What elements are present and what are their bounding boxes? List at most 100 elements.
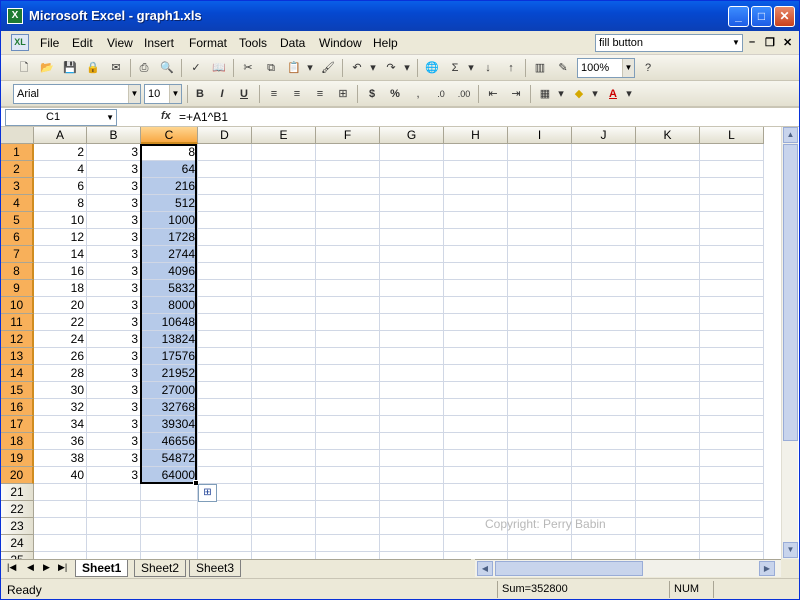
cell[interactable] bbox=[252, 552, 316, 559]
cell[interactable] bbox=[380, 280, 444, 297]
cell[interactable]: 64000 bbox=[141, 467, 198, 484]
cell[interactable] bbox=[508, 314, 572, 331]
cell[interactable]: 16 bbox=[34, 263, 87, 280]
scroll-down-arrow[interactable]: ▼ bbox=[783, 542, 798, 558]
new-icon[interactable]: 🗋 bbox=[15, 59, 33, 77]
cell[interactable] bbox=[380, 229, 444, 246]
cell[interactable]: 3 bbox=[87, 365, 141, 382]
cell[interactable] bbox=[636, 161, 700, 178]
cell[interactable] bbox=[316, 518, 380, 535]
cell[interactable]: 3 bbox=[87, 331, 141, 348]
cell[interactable] bbox=[700, 382, 764, 399]
zoom-select[interactable]: 100% ▼ bbox=[577, 58, 635, 78]
cell[interactable]: 3 bbox=[87, 382, 141, 399]
undo-icon[interactable]: ↶ bbox=[348, 59, 366, 77]
cell[interactable] bbox=[636, 382, 700, 399]
cell[interactable] bbox=[700, 552, 764, 559]
comma-style-icon[interactable]: , bbox=[409, 85, 427, 103]
column-header[interactable]: K bbox=[636, 127, 700, 144]
cell[interactable]: 4096 bbox=[141, 263, 198, 280]
row-header[interactable]: 21 bbox=[1, 484, 34, 501]
cell[interactable] bbox=[700, 484, 764, 501]
cell[interactable] bbox=[198, 348, 252, 365]
cell[interactable] bbox=[636, 178, 700, 195]
cell[interactable] bbox=[572, 399, 636, 416]
cell[interactable] bbox=[316, 467, 380, 484]
cell[interactable]: 1000 bbox=[141, 212, 198, 229]
cell[interactable] bbox=[252, 263, 316, 280]
cell[interactable] bbox=[572, 314, 636, 331]
cell[interactable] bbox=[572, 450, 636, 467]
cell[interactable] bbox=[572, 501, 636, 518]
cell[interactable] bbox=[700, 348, 764, 365]
cell[interactable]: 3 bbox=[87, 297, 141, 314]
cell[interactable] bbox=[252, 518, 316, 535]
cell[interactable] bbox=[316, 348, 380, 365]
cell[interactable] bbox=[508, 501, 572, 518]
cell[interactable] bbox=[316, 280, 380, 297]
cell[interactable]: 3 bbox=[87, 450, 141, 467]
cell[interactable] bbox=[636, 450, 700, 467]
print-icon[interactable]: ⎙ bbox=[135, 59, 153, 77]
chevron-down-icon[interactable]: ▾ bbox=[556, 85, 566, 103]
cell[interactable] bbox=[34, 501, 87, 518]
column-header[interactable]: D bbox=[198, 127, 252, 144]
row-header[interactable]: 20 bbox=[1, 467, 34, 484]
cell[interactable] bbox=[198, 314, 252, 331]
cell[interactable] bbox=[572, 552, 636, 559]
cell[interactable] bbox=[700, 144, 764, 161]
cell[interactable] bbox=[508, 467, 572, 484]
italic-icon[interactable]: I bbox=[213, 85, 231, 103]
cell[interactable] bbox=[252, 416, 316, 433]
chevron-down-icon[interactable]: ▾ bbox=[368, 59, 378, 77]
cell[interactable] bbox=[198, 331, 252, 348]
cell[interactable] bbox=[380, 161, 444, 178]
cell[interactable] bbox=[444, 365, 508, 382]
cell[interactable]: 512 bbox=[141, 195, 198, 212]
cell[interactable]: 26 bbox=[34, 348, 87, 365]
cell[interactable] bbox=[380, 331, 444, 348]
row-header[interactable]: 18 bbox=[1, 433, 34, 450]
cell[interactable]: 64 bbox=[141, 161, 198, 178]
cell[interactable] bbox=[198, 416, 252, 433]
cell[interactable] bbox=[636, 144, 700, 161]
cell[interactable] bbox=[508, 280, 572, 297]
menu-tools[interactable]: Tools bbox=[239, 36, 267, 50]
cell[interactable] bbox=[444, 501, 508, 518]
sheet-tab-3[interactable]: Sheet3 bbox=[189, 560, 242, 577]
chevron-down-icon[interactable]: ▼ bbox=[128, 85, 140, 103]
cell[interactable] bbox=[508, 161, 572, 178]
cell[interactable] bbox=[636, 484, 700, 501]
cell[interactable] bbox=[252, 280, 316, 297]
cell[interactable]: 3 bbox=[87, 178, 141, 195]
name-box[interactable]: C1 ▼ bbox=[5, 109, 117, 126]
format-painter-icon[interactable]: 🖌 bbox=[319, 59, 337, 77]
cell[interactable] bbox=[316, 144, 380, 161]
cell[interactable] bbox=[572, 161, 636, 178]
workbook-close-icon[interactable]: ✕ bbox=[783, 36, 792, 49]
cell[interactable] bbox=[380, 552, 444, 559]
cell[interactable] bbox=[316, 501, 380, 518]
cell[interactable] bbox=[252, 399, 316, 416]
cell[interactable] bbox=[252, 535, 316, 552]
column-header[interactable]: F bbox=[316, 127, 380, 144]
cell[interactable] bbox=[700, 280, 764, 297]
cell[interactable] bbox=[380, 484, 444, 501]
cell[interactable] bbox=[141, 518, 198, 535]
decrease-indent-icon[interactable]: ⇤ bbox=[484, 85, 502, 103]
row-header[interactable]: 2 bbox=[1, 161, 34, 178]
cell[interactable]: 5832 bbox=[141, 280, 198, 297]
cell[interactable] bbox=[636, 467, 700, 484]
cell[interactable] bbox=[198, 467, 252, 484]
cell[interactable] bbox=[380, 518, 444, 535]
cell[interactable] bbox=[444, 263, 508, 280]
row-header[interactable]: 10 bbox=[1, 297, 34, 314]
cell[interactable] bbox=[508, 552, 572, 559]
row-header[interactable]: 17 bbox=[1, 416, 34, 433]
column-header[interactable]: A bbox=[34, 127, 87, 144]
scroll-right-arrow[interactable]: ▶ bbox=[759, 561, 775, 576]
cell[interactable]: 3 bbox=[87, 416, 141, 433]
chevron-down-icon[interactable]: ▾ bbox=[466, 59, 476, 77]
row-header[interactable]: 3 bbox=[1, 178, 34, 195]
fill-color-icon[interactable]: ◆ bbox=[570, 85, 588, 103]
